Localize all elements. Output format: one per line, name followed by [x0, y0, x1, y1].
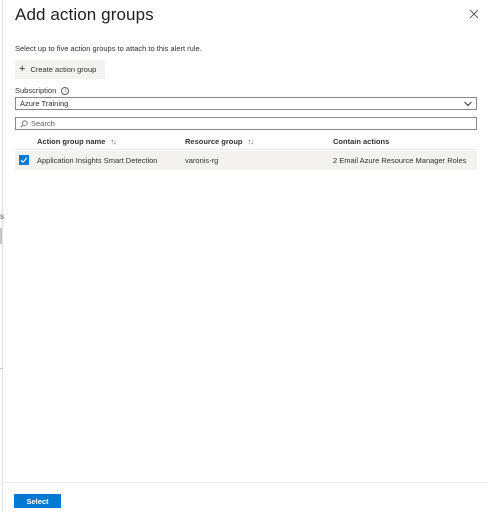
column-header-action-group-name[interactable]: Action group name ↑↓ — [37, 137, 117, 146]
column-header-contain-actions: Contain actions — [333, 137, 389, 146]
search-input[interactable] — [31, 119, 461, 128]
checkmark-icon — [20, 157, 28, 163]
column-header-label: Contain actions — [333, 137, 390, 146]
sort-icon: ↑↓ — [247, 137, 254, 146]
create-action-group-button[interactable]: + Create action group — [15, 60, 105, 79]
create-action-group-label: Create action group — [30, 65, 97, 74]
add-action-groups-panel: Add action groups Select up to five acti… — [4, 0, 489, 512]
select-button[interactable]: Select — [14, 494, 61, 508]
column-header-label: Action group name — [37, 137, 106, 146]
panel-description: Select up to five action groups to attac… — [15, 44, 202, 53]
sort-icon: ↑↓ — [110, 137, 116, 146]
table-row[interactable]: Application Insights Smart Detection var… — [15, 151, 477, 170]
background-blade-edge: s — [0, 0, 4, 512]
panel-title: Add action groups — [15, 5, 154, 24]
close-icon[interactable] — [467, 8, 481, 22]
footer-divider — [4, 482, 489, 483]
table-header: Action group name ↑↓ Resource group ↑↓ C… — [15, 132, 477, 150]
action-groups-table: Action group name ↑↓ Resource group ↑↓ C… — [15, 132, 477, 170]
search-icon — [20, 119, 28, 127]
subscription-selected-value: Azure Training — [20, 99, 69, 108]
info-icon[interactable]: i — [61, 86, 70, 95]
resource-group-cell: varonis-rg — [185, 156, 219, 165]
column-header-resource-group[interactable]: Resource group ↑↓ — [185, 137, 254, 146]
plus-icon: + — [19, 63, 26, 75]
action-group-name-cell: Application Insights Smart Detection — [37, 156, 158, 165]
subscription-dropdown[interactable]: Azure Training — [15, 97, 477, 110]
subscription-label-text: Subscription — [15, 86, 57, 95]
column-header-label: Resource group — [185, 137, 243, 146]
subscription-label: Subscription i — [15, 86, 70, 95]
background-scroll-indicator — [0, 228, 2, 244]
contain-actions-cell: 2 Email Azure Resource Manager Roles — [333, 156, 467, 165]
background-divider — [0, 368, 3, 369]
chevron-down-icon — [464, 101, 472, 107]
search-box[interactable] — [15, 117, 477, 130]
row-checkbox[interactable] — [19, 155, 29, 165]
